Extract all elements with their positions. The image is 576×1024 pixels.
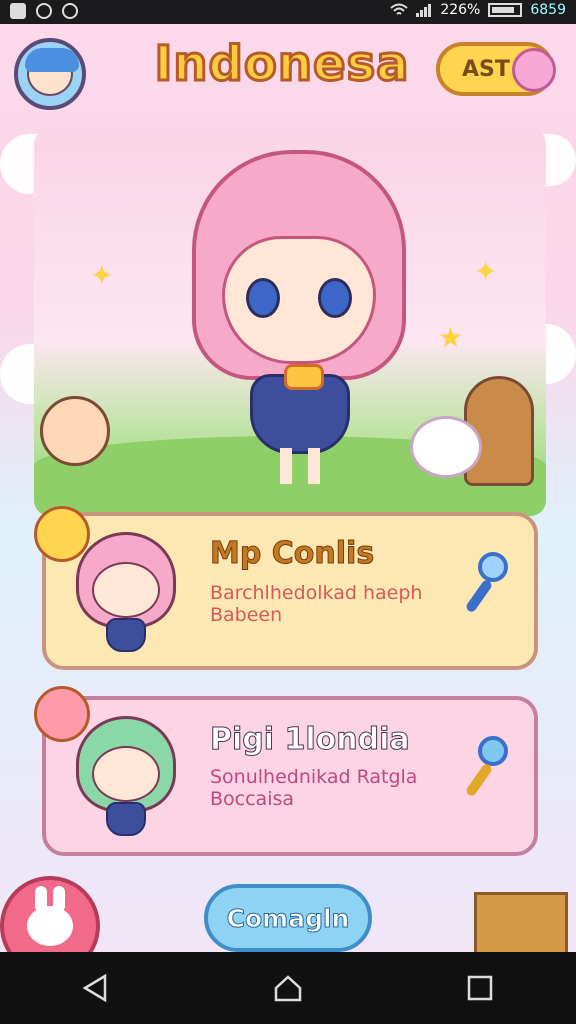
battery-percent: 226%	[440, 2, 481, 18]
character-body	[106, 618, 146, 652]
star-icon: ✦	[474, 255, 498, 288]
flower-icon	[512, 48, 556, 92]
key-head	[478, 552, 508, 582]
character-body	[106, 802, 146, 836]
battery-extra: 6859	[530, 2, 566, 18]
wifi-icon	[390, 3, 408, 15]
game-scene: Indonesa AST ✦ ✦ ★ Mp Conlis Barchlhedol…	[0, 24, 576, 952]
mode-card-1[interactable]: Mp Conlis Barchlhedolkad haeph Babeen	[34, 506, 538, 670]
star-icon: ✦	[90, 259, 114, 292]
card-description-line: Babeen	[210, 604, 283, 626]
back-button[interactable]	[66, 958, 126, 1018]
hero-illustration: ✦ ✦ ★	[34, 128, 546, 516]
fluffy-creature	[410, 416, 482, 478]
card-title: Mp Conlis	[209, 536, 375, 572]
top-right-button[interactable]: AST	[436, 42, 556, 96]
character-eye	[318, 278, 352, 318]
notification-icon	[36, 3, 52, 19]
status-bar: 226% 6859	[0, 0, 576, 24]
alert-icon	[62, 3, 78, 19]
navigation-bar	[0, 952, 576, 1024]
card-description-line: Barchlhedolkad haeph	[210, 582, 423, 604]
gallery-icon	[10, 3, 26, 19]
key-icon[interactable]	[464, 552, 512, 618]
bunny-icon	[27, 886, 73, 946]
primary-button[interactable]: Comagln	[204, 884, 372, 952]
status-icons-right: 226% 6859	[390, 2, 566, 18]
pot-creature	[474, 892, 568, 952]
character-legs	[280, 448, 320, 484]
main-character	[184, 128, 414, 488]
bunny-button[interactable]	[0, 876, 100, 952]
game-title: Indonesa	[153, 35, 410, 94]
key-shaft	[464, 762, 494, 798]
top-right-button-label: AST	[462, 56, 510, 82]
signal-icon	[416, 4, 432, 17]
key-head	[478, 736, 508, 766]
avatar	[25, 48, 79, 96]
home-button[interactable]	[258, 958, 318, 1018]
status-icons-left	[10, 3, 78, 19]
star-icon: ★	[438, 321, 464, 354]
card-description-line: Sonulhednikad Ratgla	[210, 766, 418, 788]
key-icon[interactable]	[464, 736, 512, 802]
battery-icon	[488, 3, 523, 17]
card-description-line: Boccaisa	[210, 788, 295, 810]
card-description: Sonulhednikad Ratgla Boccaisa	[210, 766, 440, 810]
recents-button[interactable]	[450, 958, 510, 1018]
side-character-boy	[40, 396, 110, 466]
home-icon	[274, 975, 302, 1002]
recents-icon	[467, 975, 493, 1001]
character-face	[92, 746, 160, 802]
card-title: Pigi 1londia	[210, 722, 411, 758]
card-character-pink	[68, 532, 186, 658]
back-icon	[82, 973, 107, 1003]
mode-card-2[interactable]: Pigi 1londia Sonulhednikad Ratgla Boccai…	[34, 686, 538, 856]
profile-avatar-button[interactable]	[14, 38, 86, 110]
character-bow	[284, 364, 324, 390]
character-eye	[246, 278, 280, 318]
card-description: Barchlhedolkad haeph Babeen	[210, 582, 440, 626]
character-face	[92, 562, 160, 618]
key-shaft	[464, 578, 494, 614]
card-character-green	[68, 716, 186, 842]
